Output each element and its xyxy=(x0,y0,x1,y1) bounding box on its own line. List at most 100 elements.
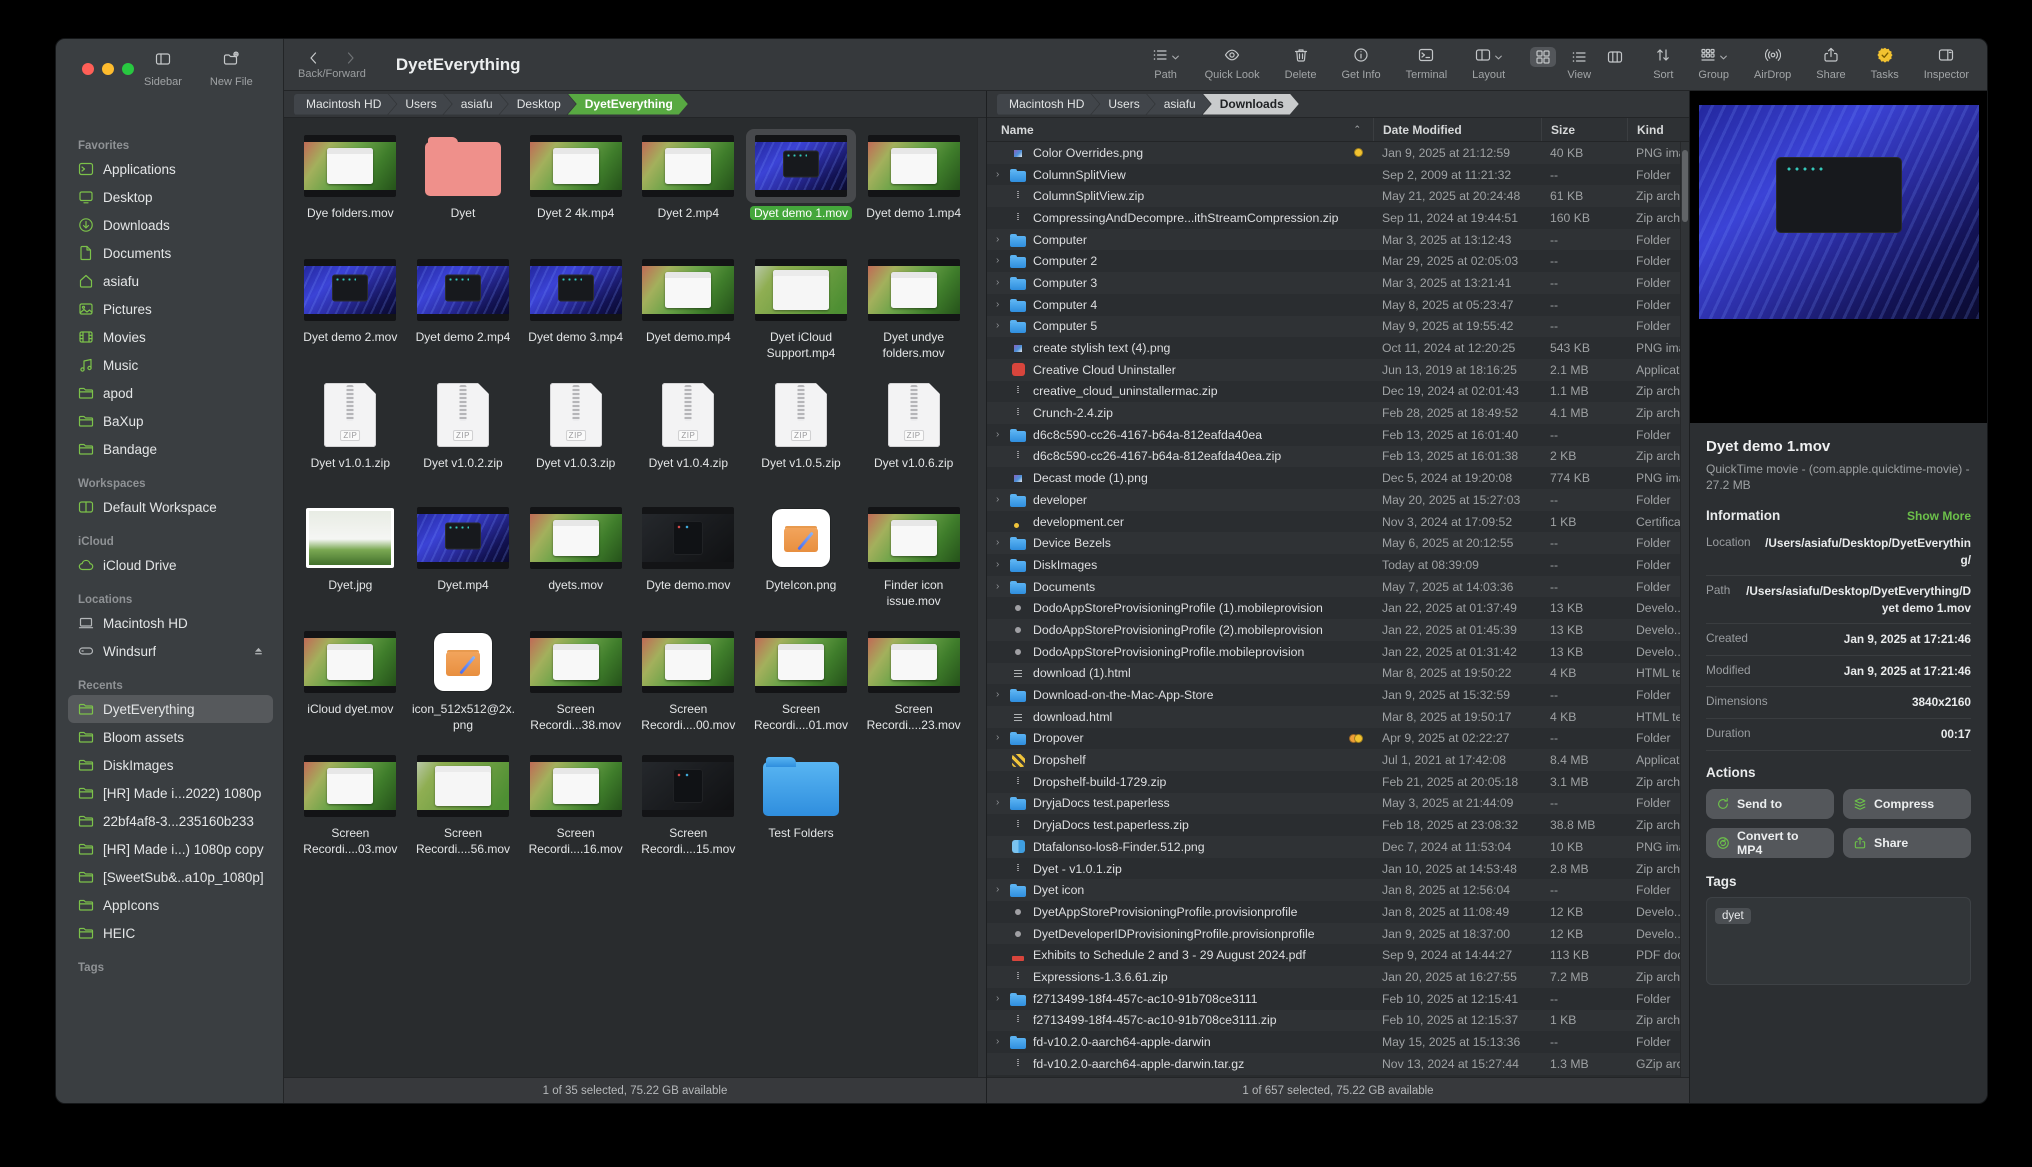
breadcrumb-item-users[interactable]: Users xyxy=(1091,94,1154,115)
list-row[interactable]: DodoAppStoreProvisioningProfile (1).mobi… xyxy=(987,597,1689,619)
sidebar-item-macintosh-hd[interactable]: Macintosh HD xyxy=(68,609,273,637)
tag-chip-dyet[interactable]: dyet xyxy=(1715,908,1751,924)
disclosure-triangle-icon[interactable]: › xyxy=(996,495,1003,505)
list-row[interactable]: Crunch-2.4.zipFeb 28, 2025 at 18:49:524.… xyxy=(987,402,1689,424)
sidebar-item-appicons[interactable]: AppIcons xyxy=(68,891,273,919)
column-header-size[interactable]: Size xyxy=(1541,118,1627,141)
grid-item[interactable]: Test Folders xyxy=(745,744,858,868)
grid-item[interactable]: icon_512x512@2x.png xyxy=(407,620,520,744)
convert-to-mp4-button[interactable]: Convert to MP4 xyxy=(1706,828,1834,858)
eject-icon[interactable] xyxy=(252,645,265,658)
list-row[interactable]: DyetDeveloperIDProvisioningProfile.provi… xyxy=(987,923,1689,945)
sidebar-item-desktop[interactable]: Desktop xyxy=(68,183,273,211)
share-button[interactable]: Share xyxy=(1843,828,1971,858)
grid-item[interactable]: Dyet demo 2.mp4 xyxy=(407,248,520,372)
list-row[interactable]: ColumnSplitView.zipMay 21, 2025 at 20:24… xyxy=(987,185,1689,207)
list-row[interactable]: fd-v10.2.0-aarch64-apple-darwin.tar.gzNo… xyxy=(987,1053,1689,1075)
grid-item[interactable]: DyteIcon.png xyxy=(745,496,858,620)
breadcrumb-item-desktop[interactable]: Desktop xyxy=(500,94,576,115)
list-row[interactable]: ›Download-on-the-Mac-App-StoreJan 9, 202… xyxy=(987,684,1689,706)
grid-item[interactable]: Screen Recordi....56.mov xyxy=(407,744,520,868)
list-row[interactable]: download (1).htmlMar 8, 2025 at 19:50:22… xyxy=(987,663,1689,685)
send-to-button[interactable]: Send to xyxy=(1706,789,1834,819)
disclosure-triangle-icon[interactable]: › xyxy=(996,256,1003,266)
grid-item[interactable]: Dyet 2 4k.mp4 xyxy=(519,124,632,248)
grid-item[interactable]: ZIPDyet v1.0.6.zip xyxy=(857,372,970,496)
grid-item[interactable]: ZIPDyet v1.0.5.zip xyxy=(745,372,858,496)
list-row[interactable]: CompressingAndDecompre...ithStreamCompre… xyxy=(987,207,1689,229)
list-row[interactable]: Dropshelf-build-1729.zipFeb 21, 2025 at … xyxy=(987,771,1689,793)
airdrop-icon[interactable] xyxy=(1765,47,1781,68)
grid-item[interactable]: Screen Recordi....23.mov xyxy=(857,620,970,744)
list-row[interactable]: ›DiskImagesToday at 08:39:09--Folder xyxy=(987,554,1689,576)
sidebar-item-diskimages[interactable]: DiskImages xyxy=(68,751,273,779)
grid-item[interactable]: ZIPDyet v1.0.3.zip xyxy=(519,372,632,496)
grid-item[interactable]: Dyet demo 2.mov xyxy=(294,248,407,372)
list-row[interactable]: download.htmlMar 8, 2025 at 19:50:174 KB… xyxy=(987,706,1689,728)
grid-item[interactable]: Screen Recordi...38.mov xyxy=(519,620,632,744)
grid-item[interactable]: Finder icon issue.mov xyxy=(857,496,970,620)
list-row[interactable]: ›ColumnSplitViewSep 2, 2009 at 11:21:32-… xyxy=(987,164,1689,186)
list-row[interactable]: creative_cloud_uninstallermac.zipDec 19,… xyxy=(987,381,1689,403)
list-row[interactable]: Expressions-1.3.6.61.zipJan 20, 2025 at … xyxy=(987,966,1689,988)
sidebar-item-pictures[interactable]: Pictures xyxy=(68,295,273,323)
share-icon[interactable] xyxy=(1823,47,1839,68)
list-row[interactable]: d6c8c590-cc26-4167-b64a-812eafda40ea.zip… xyxy=(987,446,1689,468)
grid-item[interactable]: Dyet undye folders.mov xyxy=(857,248,970,372)
trash-icon[interactable] xyxy=(1293,47,1309,68)
list-row[interactable]: ›d6c8c590-cc26-4167-b64a-812eafda40eaFeb… xyxy=(987,424,1689,446)
sort-icon[interactable] xyxy=(1655,47,1671,68)
disclosure-triangle-icon[interactable]: › xyxy=(996,321,1003,331)
minimize-button[interactable] xyxy=(102,63,114,75)
forward-button[interactable] xyxy=(342,50,358,66)
sidebar-item-applications[interactable]: Applications xyxy=(68,155,273,183)
grid-item[interactable]: ZIPDyet v1.0.2.zip xyxy=(407,372,520,496)
list-row[interactable]: f2713499-18f4-457c-ac10-91b708ce3111.zip… xyxy=(987,1010,1689,1032)
info-icon[interactable] xyxy=(1353,47,1369,68)
list-row[interactable]: ›DropoverApr 9, 2025 at 02:22:27--Folder xyxy=(987,728,1689,750)
sidebar-item-hr-made-i-2022-1080p[interactable]: [HR] Made i...2022) 1080p xyxy=(68,779,273,807)
scrollbar-track[interactable] xyxy=(977,118,986,1077)
disclosure-triangle-icon[interactable]: › xyxy=(996,1037,1003,1047)
disclosure-triangle-icon[interactable]: › xyxy=(996,235,1003,245)
close-button[interactable] xyxy=(82,63,94,75)
grid-item[interactable]: Screen Recordi....16.mov xyxy=(519,744,632,868)
grid-item[interactable]: Dyet.mp4 xyxy=(407,496,520,620)
breadcrumb-item-asiafu[interactable]: asiafu xyxy=(1147,94,1211,115)
disclosure-triangle-icon[interactable]: › xyxy=(996,994,1003,1004)
grid-item[interactable]: Dye folders.mov xyxy=(294,124,407,248)
grid-item[interactable]: Dyet iCloud Support.mp4 xyxy=(745,248,858,372)
sidebar-item-sweetsub-a10p-1080p[interactable]: [SweetSub&..a10p_1080p] xyxy=(68,863,273,891)
disclosure-triangle-icon[interactable]: › xyxy=(996,733,1003,743)
breadcrumb-item-users[interactable]: Users xyxy=(388,94,451,115)
sidebar-item-asiafu[interactable]: asiafu xyxy=(68,267,273,295)
compress-button[interactable]: Compress xyxy=(1843,789,1971,819)
list-row[interactable]: ›Computer 2Mar 29, 2025 at 02:05:03--Fol… xyxy=(987,250,1689,272)
grid-item-selected[interactable]: Dyet demo 1.mov xyxy=(745,124,858,248)
breadcrumb-item-macintosh-hd[interactable]: Macintosh HD xyxy=(294,94,396,115)
sidebar-item-default-workspace[interactable]: Default Workspace xyxy=(68,493,273,521)
sidebar-item-hr-made-i-1080p-copy[interactable]: [HR] Made i...) 1080p copy xyxy=(68,835,273,863)
sidebar-item-apod[interactable]: apod xyxy=(68,379,273,407)
column-header-name[interactable]: Name⌃ xyxy=(1001,118,1373,141)
zoom-button[interactable] xyxy=(122,63,134,75)
grid-item[interactable]: dyets.mov xyxy=(519,496,632,620)
sidebar-item-bandage[interactable]: Bandage xyxy=(68,435,273,463)
back-button[interactable] xyxy=(306,50,322,66)
disclosure-triangle-icon[interactable]: › xyxy=(996,690,1003,700)
inspector-icon[interactable] xyxy=(1938,47,1954,68)
list-row[interactable]: ›developerMay 20, 2025 at 15:27:03--Fold… xyxy=(987,489,1689,511)
eye-icon[interactable] xyxy=(1224,47,1240,68)
grid-item[interactable]: iCloud dyet.mov xyxy=(294,620,407,744)
list-row[interactable]: ›Computer 5May 9, 2025 at 19:55:42--Fold… xyxy=(987,316,1689,338)
terminal-icon[interactable] xyxy=(1418,47,1434,68)
video-player[interactable] xyxy=(1690,91,1987,423)
grid-item[interactable]: Dyet xyxy=(407,124,520,248)
sidebar-button-sidebar[interactable]: Sidebar xyxy=(144,51,182,88)
sidebar-item-baxup[interactable]: BaXup xyxy=(68,407,273,435)
disclosure-triangle-icon[interactable]: › xyxy=(996,885,1003,895)
grid-item[interactable]: Screen Recordi....15.mov xyxy=(632,744,745,868)
grid-item[interactable]: Dyet.jpg xyxy=(294,496,407,620)
scrollbar-thumb[interactable] xyxy=(1682,150,1688,222)
list-row[interactable]: Exhibits to Schedule 2 and 3 - 29 August… xyxy=(987,944,1689,966)
